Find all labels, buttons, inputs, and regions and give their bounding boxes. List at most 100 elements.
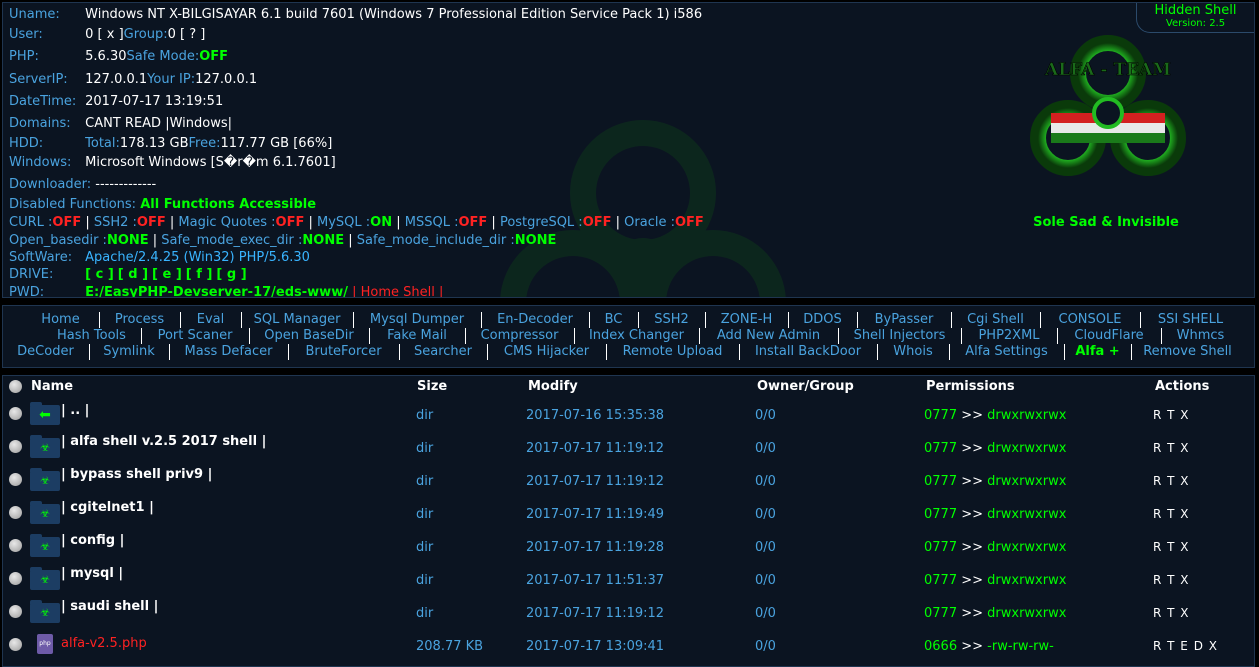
file-permissions[interactable]: 0777 >> drwxrwxrwx — [924, 441, 1066, 456]
menu-remove-shell[interactable]: Remove Shell — [1131, 344, 1243, 360]
file-name-link[interactable]: alfa-v2.5.php — [61, 636, 147, 651]
menu-process[interactable]: Process — [99, 312, 179, 328]
hdd-free-label: Free: — [188, 136, 221, 151]
drive-e-link[interactable]: [ e ] — [152, 267, 182, 282]
menu-add-new-admin[interactable]: Add New Admin — [699, 328, 837, 344]
menu-php2xml[interactable]: PHP2XML — [961, 328, 1056, 344]
file-permissions[interactable]: 0777 >> drwxrwxrwx — [924, 573, 1066, 588]
parent-folder-icon[interactable]: ⬅ — [30, 402, 60, 425]
menu-zone-h[interactable]: ZONE-H — [705, 312, 787, 328]
table-row[interactable]: ☣ | mysql | dir 2017-07-17 11:51:37 0/0 0777 … — [3, 562, 1254, 595]
folder-icon[interactable]: ☣ — [30, 468, 60, 491]
menu-alfa-settings[interactable]: Alfa Settings — [949, 344, 1063, 360]
menu-ssi-shell[interactable]: SSI SHELL — [1140, 312, 1240, 328]
table-row[interactable]: php alfa-v2.5.php 208.77 KB 2017-07-17 13:0… — [3, 628, 1254, 661]
file-actions[interactable]: R T X — [1153, 474, 1190, 488]
home-shell-link[interactable]: | Home Shell | — [348, 285, 443, 297]
menu-mass-defacer[interactable]: Mass Defacer — [169, 344, 287, 360]
folder-icon[interactable]: ☣ — [30, 501, 60, 524]
table-row[interactable]: ☣ | bypass shell priv9 | dir 2017-07-17 11:… — [3, 463, 1254, 496]
file-actions[interactable]: R T E D X — [1153, 639, 1218, 653]
file-actions[interactable]: R T X — [1153, 573, 1190, 587]
file-actions[interactable]: R T X — [1153, 408, 1190, 422]
file-permissions[interactable]: 0777 >> drwxrwxrwx — [924, 474, 1066, 489]
file-permissions[interactable]: 0777 >> drwxrwxrwx — [924, 408, 1066, 423]
file-actions[interactable]: R T X — [1153, 507, 1190, 521]
menu-open-basedir[interactable]: Open BaseDir — [249, 328, 368, 344]
menu-cgi-shell[interactable]: Cgi Shell — [951, 312, 1039, 328]
file-actions[interactable]: R T X — [1153, 441, 1190, 455]
file-permissions[interactable]: 0777 >> drwxrwxrwx — [924, 507, 1066, 522]
table-row[interactable]: ☣ | saudi shell | dir 2017-07-17 11:19:12 0/… — [3, 595, 1254, 628]
downloader-value: ------------- — [91, 177, 157, 192]
menu-compressor[interactable]: Compressor — [465, 328, 573, 344]
file-name-link[interactable]: | alfa shell v.2.5 2017 shell | — [61, 434, 266, 449]
file-name-link[interactable]: | config | — [61, 533, 124, 548]
drive-g-link[interactable]: [ g ] — [216, 267, 246, 282]
file-name-link[interactable]: | saudi shell | — [61, 599, 158, 614]
file-actions[interactable]: R T X — [1153, 540, 1190, 554]
file-name-link[interactable]: | cgitelnet1 | — [61, 500, 154, 515]
row-select-radio[interactable] — [9, 506, 22, 519]
menu-mysql-dumper[interactable]: Mysql Dumper — [353, 312, 480, 328]
tagline: Sole Sad & Invisible — [1033, 215, 1179, 230]
folder-icon[interactable]: ☣ — [30, 600, 60, 623]
menu-alfa-plus[interactable]: Alfa + — [1064, 344, 1130, 360]
folder-icon[interactable]: ☣ — [30, 435, 60, 458]
drive-c-link[interactable]: [ c ] — [85, 267, 114, 282]
table-row[interactable]: ☣ | config | dir 2017-07-17 11:19:28 0/0 0777… — [3, 529, 1254, 562]
row-select-radio[interactable] — [9, 572, 22, 585]
file-name-link[interactable]: | bypass shell priv9 | — [61, 467, 212, 482]
drive-d-link[interactable]: [ d ] — [118, 267, 148, 282]
row-select-radio[interactable] — [9, 440, 22, 453]
menu-en-decoder[interactable]: En-Decoder — [481, 312, 588, 328]
file-modified: 2017-07-17 11:51:37 — [526, 573, 665, 588]
row-select-radio[interactable] — [9, 638, 22, 651]
menu-bc[interactable]: BC — [589, 312, 637, 328]
folder-icon[interactable]: ☣ — [30, 567, 60, 590]
row-select-radio[interactable] — [9, 407, 22, 420]
select-all-radio[interactable] — [9, 380, 22, 393]
menu-eval[interactable]: Eval — [180, 312, 240, 328]
menu-sql-manager[interactable]: SQL Manager — [241, 312, 352, 328]
file-name-link[interactable]: | .. | — [61, 403, 89, 418]
menu-bruteforcer[interactable]: BruteForcer — [288, 344, 398, 360]
menu-cms-hijacker[interactable]: CMS Hijacker — [487, 344, 605, 360]
curl-label: CURL : — [9, 215, 53, 230]
menu-bypasser[interactable]: ByPasser — [857, 312, 950, 328]
pwd-path-link[interactable]: E:/EasyPHP-Devserver-17/eds-www/ — [85, 285, 348, 297]
table-row[interactable]: ☣ | alfa shell v.2.5 2017 shell | dir 2017-… — [3, 430, 1254, 463]
menu-whmcs[interactable]: Whmcs — [1161, 328, 1239, 344]
file-actions[interactable]: R T X — [1153, 606, 1190, 620]
table-row[interactable]: ☣ | cgitelnet1 | dir 2017-07-17 11:19:49 0/0… — [3, 496, 1254, 529]
file-permissions[interactable]: 0777 >> drwxrwxrwx — [924, 540, 1066, 555]
menu-remote-upload[interactable]: Remote Upload — [606, 344, 738, 360]
menu-install-backdoor[interactable]: Install BackDoor — [739, 344, 876, 360]
row-select-radio[interactable] — [9, 539, 22, 552]
menu-hash-tools[interactable]: Hash Tools — [43, 328, 140, 344]
menu-cloudflare[interactable]: CloudFlare — [1057, 328, 1160, 344]
row-select-radio[interactable] — [9, 473, 22, 486]
menu-decoder[interactable]: DeCoder — [3, 344, 88, 360]
menu-console[interactable]: CONSOLE — [1040, 312, 1139, 328]
menu-row-1: Home Process Eval SQL Manager Mysql Dump… — [3, 312, 1254, 328]
menu-fake-mail[interactable]: Fake Mail — [369, 328, 464, 344]
menu-port-scaner[interactable]: Port Scaner — [141, 328, 248, 344]
menu-searcher[interactable]: Searcher — [399, 344, 486, 360]
file-permissions[interactable]: 0666 >> -rw-rw-rw- — [924, 639, 1054, 654]
menu-whois[interactable]: Whois — [877, 344, 948, 360]
menu-index-changer[interactable]: Index Changer — [574, 328, 698, 344]
perm-arrow: >> — [957, 540, 988, 555]
menu-home[interactable]: Home — [23, 312, 98, 328]
drive-f-link[interactable]: [ f ] — [186, 267, 213, 282]
folder-icon[interactable]: ☣ — [30, 534, 60, 557]
menu-ddos[interactable]: DDOS — [788, 312, 856, 328]
file-permissions[interactable]: 0777 >> drwxrwxrwx — [924, 606, 1066, 621]
menu-shell-injectors[interactable]: Shell Injectors — [838, 328, 960, 344]
menu-ssh2[interactable]: SSH2 — [638, 312, 704, 328]
table-row[interactable]: ⬅ | .. | dir 2017-07-16 15:35:38 0/0 0777 >> … — [3, 397, 1254, 430]
mssql-value: OFF — [458, 215, 488, 230]
row-select-radio[interactable] — [9, 605, 22, 618]
menu-symlink[interactable]: Symlink — [89, 344, 168, 360]
file-name-link[interactable]: | mysql | — [61, 566, 123, 581]
